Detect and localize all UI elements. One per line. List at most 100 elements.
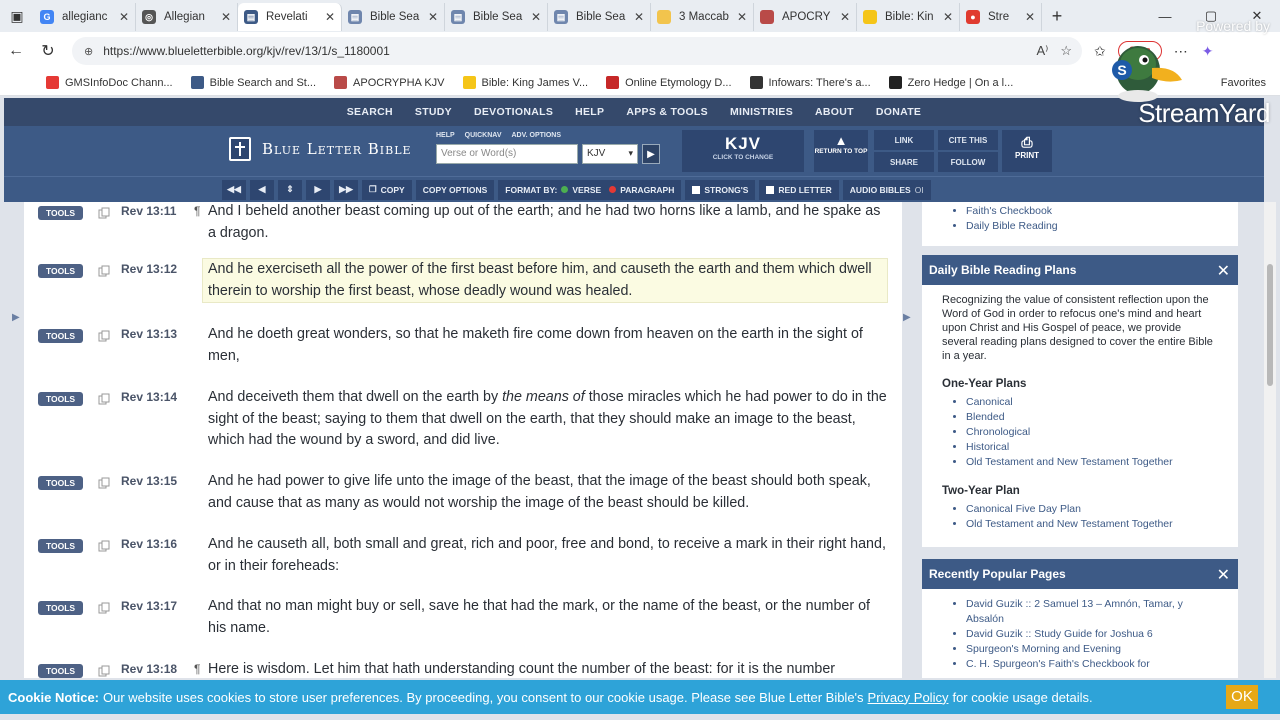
top-nav-item[interactable]: HELP xyxy=(575,106,604,118)
back-icon[interactable]: ← xyxy=(0,42,32,60)
verse-radio-icon[interactable] xyxy=(561,186,569,193)
copy-verse-icon[interactable] xyxy=(98,602,110,614)
bookmark-item[interactable]: Bible: King James V... xyxy=(462,76,588,89)
close-icon[interactable]: ✕ xyxy=(1217,261,1230,281)
copy-verse-icon[interactable] xyxy=(98,665,110,677)
browser-tab[interactable]: ▤ Bible Sea ✕ xyxy=(342,3,445,31)
page-scrollbar[interactable] xyxy=(1264,202,1276,678)
tools-button[interactable]: TOOLS xyxy=(38,601,83,615)
browser-tab[interactable]: Bible: Kin ✕ xyxy=(857,3,960,31)
browser-tab[interactable]: Gallegianc ✕ xyxy=(34,3,136,31)
copy-verse-icon[interactable] xyxy=(98,265,110,277)
browser-tab[interactable]: ▤ Bible Sea ✕ xyxy=(445,3,548,31)
popular-page-link[interactable]: David Guzik :: 2 Samuel 13 – Amnón, Tama… xyxy=(966,597,1218,627)
close-tab-icon[interactable]: ✕ xyxy=(943,10,953,24)
print-button[interactable]: ⎙ PRINT xyxy=(1002,130,1052,172)
reading-plan-link[interactable]: Canonical xyxy=(966,395,1218,410)
top-nav-item[interactable]: STUDY xyxy=(415,106,452,118)
site-logo[interactable]: Blue Letter Bible xyxy=(226,134,412,164)
bookmark-item[interactable]: APOCRYPHA KJV xyxy=(334,76,445,89)
chapter-menu-icon[interactable]: ⇕ xyxy=(278,179,302,200)
close-icon[interactable]: ✕ xyxy=(1217,565,1230,585)
tools-button[interactable]: TOOLS xyxy=(38,476,83,490)
tools-button[interactable]: TOOLS xyxy=(38,264,83,278)
share-button[interactable]: SHARE xyxy=(874,152,934,172)
copy-verse-icon[interactable] xyxy=(98,393,110,405)
bookmark-item[interactable]: Infowars: There's a... xyxy=(749,76,871,89)
sidebar-link[interactable]: Faith's Checkbook xyxy=(966,204,1218,219)
verse-reference[interactable]: Rev 13:11 xyxy=(121,204,176,218)
tab-actions-icon[interactable]: ▣ xyxy=(0,0,34,32)
cite-this-button[interactable]: CITE THIS xyxy=(938,130,998,150)
strongs-toggle[interactable]: STRONG'S xyxy=(685,179,756,200)
verse-reference[interactable]: Rev 13:14 xyxy=(121,390,177,404)
verse-reference[interactable]: Rev 13:16 xyxy=(121,537,177,551)
tools-button[interactable]: TOOLS xyxy=(38,329,83,343)
close-tab-icon[interactable]: ✕ xyxy=(221,10,231,24)
next-chapter-icon[interactable]: ▶ xyxy=(306,179,330,200)
red-letter-toggle[interactable]: RED LETTER xyxy=(759,179,839,200)
top-nav-item[interactable]: MINISTRIES xyxy=(730,106,793,118)
tools-button[interactable]: TOOLS xyxy=(38,664,83,678)
tools-button[interactable]: TOOLS xyxy=(38,539,83,553)
paragraph-option-label[interactable]: PARAGRAPH xyxy=(620,185,674,195)
bookmark-item[interactable]: Zero Hedge | On a l... xyxy=(888,76,1013,89)
close-tab-icon[interactable]: ✕ xyxy=(531,10,541,24)
audio-bibles-button[interactable]: AUDIO BIBLES OI xyxy=(842,179,931,200)
url-field[interactable]: ⊕ https://www.blueletterbible.org/kjv/re… xyxy=(72,37,1082,65)
reading-plan-link[interactable]: Historical xyxy=(966,440,1218,455)
top-nav-item[interactable]: APPS & TOOLS xyxy=(626,106,708,118)
browser-tab[interactable]: APOCRY ✕ xyxy=(754,3,857,31)
version-switch-button[interactable]: KJV CLICK TO CHANGE xyxy=(682,130,804,172)
follow-button[interactable]: FOLLOW xyxy=(938,152,998,172)
tools-button[interactable]: TOOLS xyxy=(38,206,83,220)
search-tab[interactable]: QUICKNAV xyxy=(465,132,502,139)
browser-tab[interactable]: ▤ Revelati ✕ xyxy=(238,3,342,31)
top-nav-item[interactable]: DEVOTIONALS xyxy=(474,106,553,118)
search-tab[interactable]: HELP xyxy=(436,132,455,139)
scrollbar-thumb[interactable] xyxy=(1267,264,1273,386)
reading-plan-link[interactable]: Chronological xyxy=(966,425,1218,440)
verse-reference[interactable]: Rev 13:18 xyxy=(121,662,177,676)
search-tab[interactable]: ADV. OPTIONS xyxy=(512,132,562,139)
popular-page-link[interactable]: David Guzik :: Study Guide for Joshua 6 xyxy=(966,627,1218,642)
verse-reference[interactable]: Rev 13:15 xyxy=(121,474,177,488)
copy-verse-icon[interactable] xyxy=(98,207,110,219)
close-tab-icon[interactable]: ✕ xyxy=(325,10,335,24)
cookie-ok-button[interactable]: OK xyxy=(1226,685,1258,709)
last-chapter-icon[interactable]: ▶▶ xyxy=(334,179,358,200)
sidebar-link[interactable]: Daily Bible Reading xyxy=(966,219,1218,234)
close-tab-icon[interactable]: ✕ xyxy=(1025,10,1035,24)
browser-tab[interactable]: ● Stre ✕ xyxy=(960,3,1042,31)
version-select[interactable]: KJV xyxy=(582,144,638,164)
top-nav-item[interactable]: SEARCH xyxy=(347,106,393,118)
link-button[interactable]: LINK xyxy=(874,130,934,150)
favorite-star-icon[interactable]: ☆ xyxy=(1060,43,1072,59)
close-tab-icon[interactable]: ✕ xyxy=(840,10,850,24)
popular-page-link[interactable]: C. H. Spurgeon's Faith's Checkbook for xyxy=(966,657,1218,672)
copy-verse-icon[interactable] xyxy=(98,477,110,489)
bookmark-item[interactable]: GMSInfoDoc Chann... xyxy=(46,76,173,89)
close-tab-icon[interactable]: ✕ xyxy=(737,10,747,24)
reading-plan-link[interactable]: Old Testament and New Testament Together xyxy=(966,455,1218,470)
new-tab-button[interactable]: + xyxy=(1042,6,1072,27)
bookmark-item[interactable]: Bible Search and St... xyxy=(190,76,316,89)
verse-reference[interactable]: Rev 13:12 xyxy=(121,262,177,276)
copy-verse-icon[interactable] xyxy=(98,330,110,342)
copy-button[interactable]: ❐ COPY xyxy=(362,179,412,200)
first-chapter-icon[interactable]: ◀◀ xyxy=(222,179,246,200)
search-go-button[interactable]: ▶ xyxy=(642,144,660,164)
privacy-policy-link[interactable]: Privacy Policy xyxy=(868,690,949,705)
reload-icon[interactable]: ↻ xyxy=(32,41,64,61)
top-nav-item[interactable]: DONATE xyxy=(876,106,921,118)
paragraph-radio-icon[interactable] xyxy=(609,186,617,193)
verse-reference[interactable]: Rev 13:13 xyxy=(121,327,177,341)
bookmark-item[interactable]: Online Etymology D... xyxy=(606,76,732,89)
copy-options-button[interactable]: COPY OPTIONS xyxy=(415,179,495,200)
browser-tab[interactable]: ▤ Bible Sea ✕ xyxy=(548,3,651,31)
read-aloud-icon[interactable]: A⁾ xyxy=(1036,43,1048,59)
top-nav-item[interactable]: ABOUT xyxy=(815,106,854,118)
verse-option-label[interactable]: VERSE xyxy=(572,185,601,195)
close-tab-icon[interactable]: ✕ xyxy=(119,10,129,24)
verse-search-input[interactable]: Verse or Word(s) xyxy=(436,144,578,164)
